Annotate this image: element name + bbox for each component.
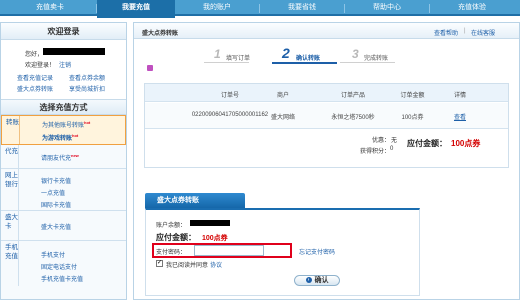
step-label-1: 填写订单 (226, 56, 251, 62)
category-label-online-bank: 网上银行 (1, 169, 19, 210)
column-merchant: 商户 (276, 93, 289, 99)
points-value: 0 (390, 146, 394, 152)
nav-item-help-center[interactable]: 帮助中心 (345, 0, 429, 16)
category-mobile: 手机充值 手机支付 固定电话支付 手机充值卡充值 (1, 241, 126, 286)
step-line-current (272, 62, 337, 64)
user-panel: 您好， 欢迎登录！ 注销 查看充值记录 查看点券余额 盛大点券转账 享受尚城折扣 (1, 40, 126, 100)
step-line (340, 62, 395, 63)
greeting-label: 您好， (25, 52, 44, 58)
discount-value: 无 (391, 138, 398, 144)
points-transfer-link[interactable]: 盛大点券转账 (17, 84, 53, 93)
redacted-username (43, 48, 105, 55)
payment-method-title: 选择充值方式 (1, 100, 126, 115)
password-label: 支付密码： (156, 250, 187, 256)
transfer-to-game-link[interactable]: 为游戏转账hot (42, 133, 78, 142)
step-label-2: 确认转账 (296, 56, 321, 62)
new-badge: new (71, 153, 79, 158)
welcome-label: 欢迎登录！ (25, 63, 56, 69)
redacted-balance (190, 220, 230, 226)
total-label: 应付金额： (407, 139, 447, 148)
step-label-3: 完成转账 (364, 56, 389, 62)
payable-value: 100点券 (202, 235, 228, 242)
landline-pay-link[interactable]: 固定电话支付 (41, 262, 77, 271)
hot-badge: hot (72, 133, 79, 138)
category-shanda-card: 盛大卡 盛大卡充值 (1, 211, 126, 241)
help-link[interactable]: 查看帮助 (434, 28, 458, 37)
left-sidebar: 欢迎登录 您好， 欢迎登录！ 注销 查看充值记录 查看点券余额 盛大点券转账 享… (0, 22, 127, 300)
column-product: 订单产品 (340, 93, 365, 99)
column-amount: 订单金额 (400, 93, 425, 99)
breadcrumb: 盛大点券转账 (142, 31, 179, 37)
balance-label: 账户余额： (156, 223, 187, 229)
login-panel-title: 欢迎登录 (1, 23, 126, 40)
step-line (204, 62, 249, 63)
category-proxy: 代充 请朋友代充new (1, 145, 126, 169)
agreement-link[interactable]: 协议 (210, 260, 222, 269)
nav-item-recharge-experience[interactable]: 充值体验 (430, 0, 514, 16)
order-icon (147, 65, 153, 71)
order-amount: 100点券 (401, 115, 424, 121)
online-service-link[interactable]: 在线客服 (471, 28, 495, 37)
hot-badge: hot (84, 120, 91, 125)
friend-proxy-link[interactable]: 请朋友代充new (41, 153, 79, 162)
step-number-3: 3 (352, 47, 359, 61)
link-separator: | (464, 28, 466, 34)
mobile-pay-link[interactable]: 手机支付 (41, 250, 65, 259)
intl-card-link[interactable]: 国际卡充值 (41, 200, 71, 209)
pay-password-input[interactable] (194, 245, 264, 256)
bank-card-link[interactable]: 银行卡充值 (41, 176, 71, 185)
agree-label: 我已阅读并同意 (166, 263, 209, 269)
nav-item-recharge-card[interactable]: 充值卖卡 (8, 0, 92, 16)
nav-item-my-account[interactable]: 我的账户 (175, 0, 259, 16)
logout-link[interactable]: 注销 (59, 60, 71, 69)
payment-form: 账户余额： 应付金额： 100点券 支付密码： 忘记支付密码 ✓ 我已阅读并同意… (145, 208, 420, 296)
payable-label: 应付金额： (156, 233, 196, 242)
order-summary: 订单号 商户 订单产品 订单金额 详情 02200906041705000001… (144, 83, 509, 168)
points-balance-link[interactable]: 查看点券余额 (69, 73, 105, 82)
discount-label: 优惠： (372, 138, 391, 144)
product-name: 永恒之塔7500秒 (331, 115, 375, 121)
main-header: 盛大点券转账 查看帮助 | 在线客服 (134, 23, 519, 39)
points-label: 获得积分： (360, 149, 391, 155)
recharge-history-link[interactable]: 查看充值记录 (17, 73, 53, 82)
mobile-card-link[interactable]: 手机充值卡充值 (41, 274, 83, 283)
total-value: 100点券 (451, 139, 481, 148)
confirm-button[interactable]: › 确认 (294, 275, 340, 286)
merchant-name: 盛大网络 (270, 115, 295, 121)
forgot-password-link[interactable]: 忘记支付密码 (299, 247, 335, 256)
nav-item-recharge[interactable]: 我要充值 (97, 0, 175, 18)
category-label-shanda-card: 盛大卡 (1, 211, 19, 240)
arrow-icon: › (305, 277, 312, 284)
category-label-transfer: 转账 (2, 116, 20, 144)
column-order-no: 订单号 (220, 93, 239, 99)
one-click-link[interactable]: 一点充值 (41, 188, 65, 197)
step-number-1: 1 (214, 47, 221, 61)
nav-item-save-money[interactable]: 我要省钱 (260, 0, 344, 16)
table-row: 02200906041705000001162 盛大网络 永恒之塔7500秒 1… (145, 103, 508, 129)
transfer-other-account-link[interactable]: 为其他账号转账hot (42, 120, 90, 129)
agree-checkbox[interactable]: ✓ (156, 260, 163, 267)
category-transfer: 转账 为其他账号转账hot 为游戏转账hot (1, 115, 126, 145)
category-online-bank: 网上银行 银行卡充值 一点充值 国际卡充值 (1, 169, 126, 211)
top-nav: 充值卖卡 我要充值 我的账户 我要省钱 帮助中心 充值体验 (0, 0, 520, 18)
category-label-proxy: 代充 (1, 145, 19, 168)
step-number-2: 2 (282, 45, 290, 61)
view-details-link[interactable]: 查看 (445, 112, 475, 121)
order-table-header: 订单号 商户 订单产品 订单金额 详情 (145, 84, 508, 102)
shanda-card-link[interactable]: 盛大卡充值 (41, 222, 71, 231)
column-details: 详情 (453, 93, 466, 99)
category-label-mobile: 手机充值 (1, 241, 19, 286)
discount-link[interactable]: 享受尚城折扣 (69, 84, 105, 93)
payment-section-header: 盛大点券转账 (145, 193, 245, 208)
main-panel: 盛大点券转账 查看帮助 | 在线客服 1 填写订单 2 确认转账 3 完成转账 … (133, 22, 520, 300)
